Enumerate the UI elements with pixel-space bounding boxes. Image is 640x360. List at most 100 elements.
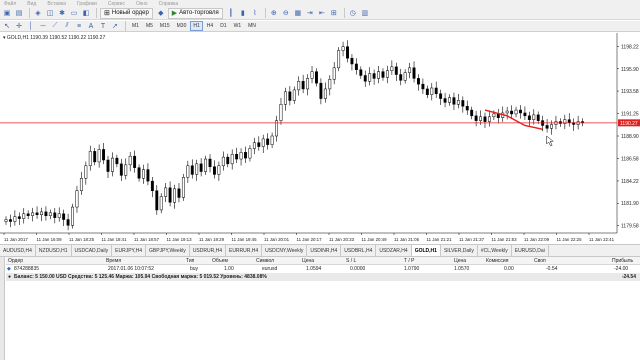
column-header-8[interactable]: Цена	[454, 258, 466, 264]
chart-tab-4[interactable]: GBPJPY,Weekly	[146, 245, 190, 256]
timeframe-m1[interactable]: M1	[129, 21, 142, 31]
chart-shift-icon[interactable]: ⇤	[317, 8, 327, 18]
indicators-icon[interactable]: ⊞	[329, 8, 339, 18]
label-tool-icon[interactable]: T	[98, 21, 108, 31]
chart-tab-3[interactable]: EURJPY,H4	[112, 245, 147, 256]
timeframe-mn[interactable]: MN	[245, 21, 259, 31]
candle-body	[425, 88, 429, 95]
table-row[interactable]: 874288835 2017.01.06 10:07:52 buy 1.00 eurus…	[6, 265, 640, 273]
column-header-5[interactable]: Цена	[302, 258, 314, 264]
zoom-in-icon[interactable]: ⊕	[269, 8, 279, 18]
menu-item-3[interactable]: Графики	[77, 1, 97, 7]
terminal-icon[interactable]: ▭	[69, 8, 79, 18]
line-chart-icon[interactable]: ⌇	[250, 8, 260, 18]
chart-tab-7[interactable]: USDCNY,Weekly	[262, 245, 308, 256]
arrow-tool-icon[interactable]: ➚	[110, 21, 120, 31]
column-header-3[interactable]: Объем	[212, 258, 228, 264]
chart-tab-9[interactable]: USDBRL,H4	[341, 245, 377, 256]
fibonacci-icon[interactable]: ≡	[74, 21, 84, 31]
data-window-icon[interactable]: ◫	[45, 8, 55, 18]
trendline-icon[interactable]: ⟋	[50, 21, 60, 31]
bar-chart-icon[interactable]: ┃	[226, 8, 236, 18]
table-cell-5: 1.0594	[306, 266, 322, 272]
chart-tab-11[interactable]: GOLD,H1	[411, 245, 441, 256]
column-header-0[interactable]: Ордер	[8, 258, 23, 264]
chart-tab-8[interactable]: USDINR,H4	[307, 245, 342, 256]
periods-icon[interactable]: ◷	[348, 8, 358, 18]
price-chart[interactable]: 1179.58 1181.90 1184.22 1186.58 1188.90 1191.…	[0, 33, 640, 244]
menu-item-1[interactable]: Вид	[27, 1, 36, 7]
chart-tab-5[interactable]: USDRUR,H4	[190, 245, 226, 256]
timeframe-h1[interactable]: H1	[190, 21, 203, 31]
navigator-icon[interactable]: ✱	[57, 8, 67, 18]
candle-body	[408, 67, 412, 73]
new-chart-icon[interactable]: ▣	[2, 8, 12, 18]
autotrading-button[interactable]: ▶ Авто-торговля	[167, 7, 223, 19]
vertical-line-icon[interactable]: │	[26, 21, 36, 31]
cursor-icon[interactable]: ↖	[2, 21, 12, 31]
candle-body	[119, 163, 123, 176]
crosshair-icon[interactable]: ✛	[14, 21, 24, 31]
candle-body	[79, 178, 83, 191]
chart-tab-13[interactable]: #CL,Weekly	[478, 245, 512, 256]
candle-body	[97, 149, 101, 163]
menu-item-2[interactable]: Вставка	[47, 1, 66, 7]
timeframe-h4[interactable]: H4	[204, 21, 216, 31]
candle-body	[390, 66, 394, 71]
candle-body	[35, 212, 39, 216]
column-header-11[interactable]: Прибыль	[612, 258, 633, 264]
chart-tab-14[interactable]: EURUSD,Dai	[512, 245, 549, 256]
column-header-1[interactable]: Время	[106, 258, 121, 264]
autotrading-icon: ▶	[171, 10, 178, 17]
candles-icon[interactable]: ▮	[238, 8, 248, 18]
candle-body	[181, 177, 185, 198]
menu-bar: Файл Вид Вставка Графики Сервис Окно Справка	[0, 0, 640, 7]
menu-item-0[interactable]: Файл	[4, 1, 16, 7]
chart-tab-10[interactable]: USDZAR,H4	[376, 245, 412, 256]
menu-item-5[interactable]: Окно	[136, 1, 148, 7]
table-header: Ордер Время Тип Объем Символ Цена S / L T / P Це…	[6, 257, 640, 265]
column-header-6[interactable]: S / L	[346, 258, 356, 264]
timeframe-w1[interactable]: W1	[231, 21, 245, 31]
horizontal-line-icon[interactable]: ─	[38, 21, 48, 31]
zoom-out-icon[interactable]: ⊖	[281, 8, 291, 18]
text-tool-icon[interactable]: A	[86, 21, 96, 31]
tester-icon[interactable]: ◧	[81, 8, 91, 18]
menu-item-4[interactable]: Сервис	[108, 1, 125, 7]
timeframe-m15[interactable]: M15	[157, 21, 173, 31]
chart-tab-0[interactable]: AUDUSD,H4	[0, 245, 36, 256]
chart-tab-12[interactable]: SILVER,Daily	[441, 245, 478, 256]
candle-body	[292, 89, 296, 101]
menu-item-6[interactable]: Справка	[159, 1, 179, 7]
timeframe-m5[interactable]: M5	[143, 21, 156, 31]
chart-tab-6[interactable]: EURRUR,H4	[226, 245, 263, 256]
timeframe-m30[interactable]: M30	[174, 21, 190, 31]
market-watch-icon[interactable]: ◈	[33, 8, 43, 18]
candle-body	[412, 67, 416, 79]
chart-canvas[interactable]: 1179.58 1181.90 1184.22 1186.58 1188.90 1191.…	[0, 33, 640, 244]
column-header-4[interactable]: Символ	[256, 258, 274, 264]
candle-body	[261, 138, 265, 147]
tile-icon[interactable]: ▦	[293, 8, 303, 18]
metaeditor-icon[interactable]: ◆	[156, 8, 166, 18]
column-header-7[interactable]: T / P	[404, 258, 414, 264]
candle-body	[31, 212, 35, 216]
column-header-2[interactable]: Тип	[186, 258, 194, 264]
candle-body	[283, 91, 287, 105]
timeframe-d1[interactable]: D1	[217, 21, 229, 31]
column-header-10[interactable]: Своп	[534, 258, 546, 264]
candle-body	[505, 110, 509, 114]
x-tick-label: 11 Jan 20:01	[264, 237, 290, 242]
channel-icon[interactable]: ⫽	[62, 21, 72, 31]
autoscroll-icon[interactable]: ⇥	[305, 8, 315, 18]
chart-tab-2[interactable]: USDCAD,Daily	[72, 245, 113, 256]
candle-body	[448, 97, 451, 103]
new-order-button[interactable]: ⊞ Новый ордер	[100, 7, 153, 19]
toolbar-separator	[343, 8, 345, 18]
column-header-9[interactable]: Комиссия	[486, 258, 508, 264]
chart-tab-1[interactable]: NZDUSD,H1	[36, 245, 72, 256]
candle-body	[545, 125, 549, 129]
templates-icon[interactable]: ▥	[360, 8, 370, 18]
profiles-icon[interactable]: ▤	[14, 8, 24, 18]
candle-body	[257, 142, 261, 147]
